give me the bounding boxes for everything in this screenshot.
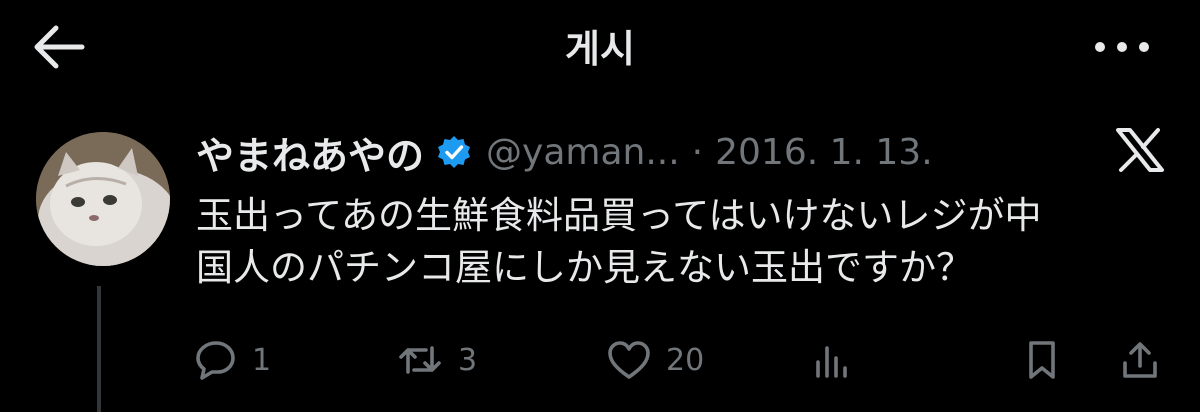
tweet-text: 玉出ってあの生鮮食料品買ってはいけないレジが中 国人のパチンコ屋にしか見えない玉… (196, 194, 1042, 289)
views-button[interactable] (810, 330, 854, 390)
post-date[interactable]: 2016. 1. 13. (715, 132, 933, 173)
verified-badge-icon (438, 136, 471, 168)
bookmark-icon (1029, 341, 1055, 379)
share-icon (1123, 342, 1157, 378)
x-logo-icon (1116, 128, 1164, 172)
separator-dot: · (691, 131, 704, 173)
user-handle[interactable]: @yaman... (486, 132, 680, 173)
views-icon (816, 346, 847, 378)
post-detail-screen: 게시 やまねあやの @yaman... · 2016. 1. 13. 玉出ってあ… (0, 0, 1200, 412)
avatar[interactable] (36, 132, 170, 266)
more-options-button[interactable] (1082, 22, 1162, 72)
like-count: 20 (666, 342, 705, 378)
more-horizontal-icon (1095, 42, 1149, 52)
action-bar: 1 3 20 (0, 330, 1200, 390)
like-icon (608, 341, 650, 379)
page-title: 게시 (565, 27, 635, 71)
reply-count: 1 (252, 342, 272, 378)
x-logo-button[interactable] (1108, 124, 1172, 176)
repost-icon (399, 346, 441, 374)
display-name[interactable]: やまねあやの (196, 125, 424, 180)
like-button[interactable]: 20 (606, 330, 704, 390)
reply-button[interactable]: 1 (194, 330, 271, 390)
reply-icon (196, 341, 235, 380)
back-button[interactable] (28, 20, 90, 74)
bookmark-button[interactable] (1022, 330, 1062, 390)
repost-count: 3 (458, 342, 478, 378)
cat-avatar-image (36, 132, 170, 266)
repost-button[interactable]: 3 (396, 330, 477, 390)
tweet-header: やまねあやの @yaman... · 2016. 1. 13. (196, 128, 933, 178)
arrow-left-icon (34, 25, 85, 69)
share-button[interactable] (1118, 330, 1162, 390)
